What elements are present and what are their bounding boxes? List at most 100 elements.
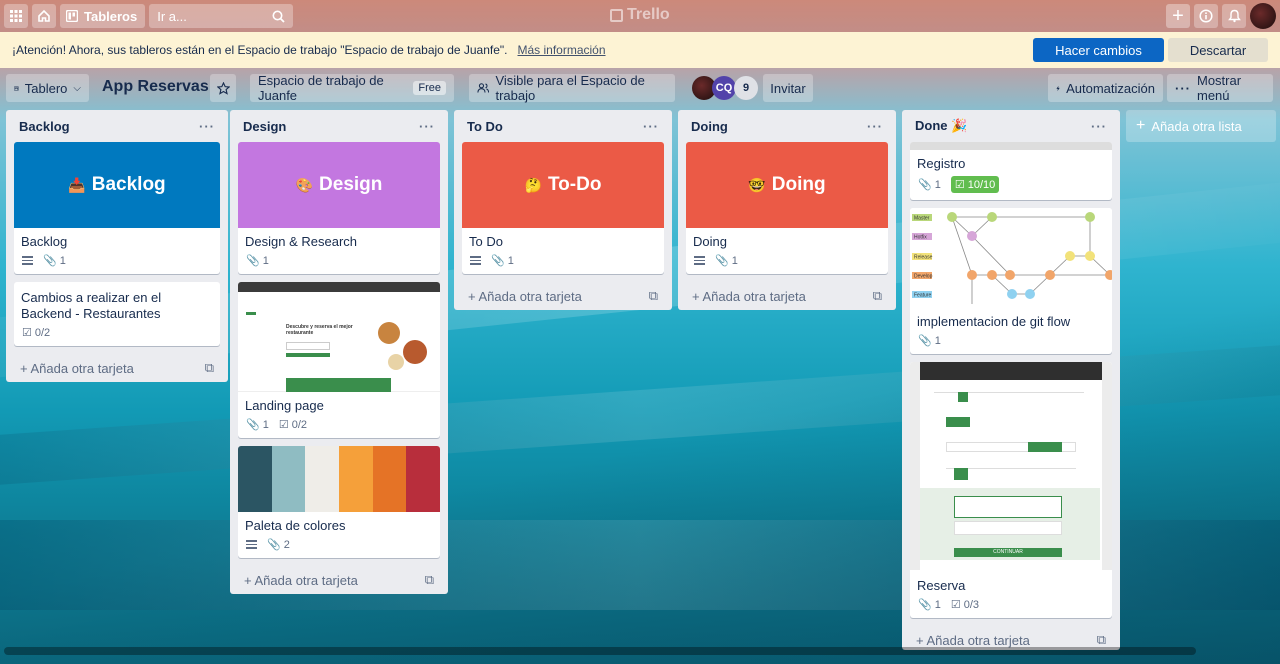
list-title[interactable]: Design xyxy=(243,119,286,134)
member-avatar-initials[interactable]: CQ xyxy=(712,76,736,100)
list-menu-icon[interactable]: ··· xyxy=(643,119,659,134)
template-icon[interactable]: ⧉ xyxy=(649,288,658,304)
card-title: To Do xyxy=(469,234,503,249)
board-title[interactable]: App Reservas xyxy=(102,78,209,96)
info-icon[interactable] xyxy=(1194,4,1218,28)
party-emoji-icon: 🎉 xyxy=(951,118,968,133)
description-icon xyxy=(22,256,33,265)
list-header[interactable]: Design ··· xyxy=(238,110,440,142)
create-plus-icon[interactable]: + xyxy=(1166,4,1190,28)
paperclip-icon: 📎 xyxy=(246,419,260,431)
card-title: Doing xyxy=(693,234,727,249)
card-landing-page[interactable]: Descubre y reserva el mejor restaurante … xyxy=(238,282,440,438)
attachment-count: 1 xyxy=(507,254,514,267)
attachment-count: 2 xyxy=(283,538,290,551)
search-placeholder: Ir a... xyxy=(157,8,187,24)
list-header[interactable]: Done 🎉 ··· xyxy=(910,110,1112,142)
card-doing[interactable]: 🤓 Doing Doing 📎 1 xyxy=(686,142,888,274)
description-icon xyxy=(694,256,705,265)
banner-message: ¡Atención! Ahora, sus tableros están en … xyxy=(12,43,508,57)
branch-label: Hotfix xyxy=(914,235,927,241)
apps-grid-icon[interactable] xyxy=(4,4,28,28)
list-doing: Doing ··· 🤓 Doing Doing 📎 1 + Añada otra … xyxy=(678,110,896,310)
card-title: Reserva xyxy=(917,578,966,593)
template-icon[interactable]: ⧉ xyxy=(873,288,882,304)
add-card-label: Añada otra tarjeta xyxy=(478,288,582,304)
checklist-count: 0/2 xyxy=(34,326,51,339)
template-icon[interactable]: ⧉ xyxy=(205,360,214,376)
paperclip-icon: 📎 xyxy=(43,255,57,267)
add-card-button[interactable]: + Añada otra tarjeta ⧉ xyxy=(238,566,440,594)
list-title[interactable]: Backlog xyxy=(19,119,70,134)
branch-label: Master xyxy=(914,216,930,222)
automation-button[interactable]: Automatización xyxy=(1048,74,1163,102)
card-color-palette[interactable]: Paleta de colores 📎 2 xyxy=(238,446,440,558)
list-menu-icon[interactable]: ··· xyxy=(867,119,883,134)
boards-button[interactable]: Tableros xyxy=(60,4,146,28)
visibility-button[interactable]: Visible para el Espacio de trabajo xyxy=(469,73,675,103)
branch-label: Feature xyxy=(914,293,931,299)
board-view-label: Tablero xyxy=(24,80,68,96)
attachment-count: 1 xyxy=(934,178,941,191)
card-todo[interactable]: 🤔 To-Do To Do 📎 1 xyxy=(462,142,664,274)
search-input[interactable]: Ir a... xyxy=(149,4,294,28)
user-avatar[interactable] xyxy=(1250,3,1276,29)
more-info-link[interactable]: Más información xyxy=(518,43,606,57)
card-title: Design & Research xyxy=(245,234,357,249)
description-icon xyxy=(246,540,257,549)
list-menu-icon[interactable]: ··· xyxy=(419,119,435,134)
add-card-label: Añada otra tarjeta xyxy=(254,572,358,588)
list-title[interactable]: To Do xyxy=(467,119,503,134)
dismiss-button[interactable]: Descartar xyxy=(1168,38,1268,62)
star-icon[interactable] xyxy=(210,74,236,102)
list-header[interactable]: To Do ··· xyxy=(462,110,664,142)
cover-text: To-Do xyxy=(547,174,602,195)
paperclip-icon: 📎 xyxy=(918,335,932,347)
card-registro[interactable]: Registro 📎 1 ☑ 10/10 xyxy=(910,142,1112,200)
attachment-count: 1 xyxy=(262,254,269,267)
add-list-button[interactable]: + Añada otra lista xyxy=(1126,110,1276,142)
trello-logo[interactable]: Trello xyxy=(610,6,670,24)
list-title[interactable]: Done xyxy=(915,118,948,133)
workspace-name: Espacio de trabajo de Juanfe xyxy=(258,73,384,103)
checklist-count: 0/3 xyxy=(963,598,979,611)
show-menu-button[interactable]: ··· Mostrar menú xyxy=(1167,73,1273,103)
checklist-count: 10/10 xyxy=(967,178,996,191)
git-flow-diagram: Master Hotfix Release Develop Feature xyxy=(910,208,1112,306)
template-icon[interactable]: ⧉ xyxy=(1097,632,1106,648)
attachment-count: 1 xyxy=(731,254,738,267)
home-icon[interactable] xyxy=(32,4,56,28)
list-title[interactable]: Doing xyxy=(691,119,728,134)
workspace-button[interactable]: Espacio de trabajo de Juanfe Free xyxy=(250,73,454,103)
bell-icon[interactable] xyxy=(1222,4,1246,28)
card-cover: 📥 Backlog xyxy=(14,142,220,228)
search-icon xyxy=(272,10,285,23)
add-card-label: Añada otra tarjeta xyxy=(926,632,1030,648)
add-card-button[interactable]: + Añada otra tarjeta ⧉ xyxy=(686,282,888,310)
card-design-research[interactable]: 🎨 Design Design & Research 📎 1 xyxy=(238,142,440,274)
board-view-icon xyxy=(14,85,19,91)
card-cover: 🤔 To-Do xyxy=(462,142,664,228)
card-title: Cambios a realizar en el Backend - Resta… xyxy=(21,290,162,321)
make-changes-button[interactable]: Hacer cambios xyxy=(1033,38,1164,62)
paperclip-icon: 📎 xyxy=(715,255,729,267)
list-header[interactable]: Doing ··· xyxy=(686,110,888,142)
horizontal-scrollbar[interactable] xyxy=(4,647,1196,655)
member-count-badge[interactable]: 9 xyxy=(734,76,758,100)
card-backlog[interactable]: 📥 Backlog Backlog 📎 1 xyxy=(14,142,220,274)
template-icon[interactable]: ⧉ xyxy=(425,572,434,588)
people-icon xyxy=(477,83,490,93)
card-backend-changes[interactable]: Cambios a realizar en el Backend - Resta… xyxy=(14,282,220,346)
add-card-button[interactable]: + Añada otra tarjeta ⧉ xyxy=(462,282,664,310)
add-card-button[interactable]: + Añada otra tarjeta ⧉ xyxy=(14,354,220,382)
card-git-flow[interactable]: Master Hotfix Release Develop Feature im… xyxy=(910,208,1112,354)
color-palette-image xyxy=(238,446,440,512)
list-header[interactable]: Backlog ··· xyxy=(14,110,220,142)
plus-icon: + xyxy=(468,288,479,304)
show-menu-label: Mostrar menú xyxy=(1197,73,1242,103)
board-view-switcher[interactable]: Tablero ⌵ xyxy=(6,74,89,102)
invite-button[interactable]: Invitar xyxy=(763,74,813,102)
list-menu-icon[interactable]: ··· xyxy=(1091,119,1107,134)
card-reserva[interactable]: CONTINUAR Reserva 📎 1 ☑ 0/3 xyxy=(910,362,1112,618)
list-menu-icon[interactable]: ··· xyxy=(199,119,215,134)
